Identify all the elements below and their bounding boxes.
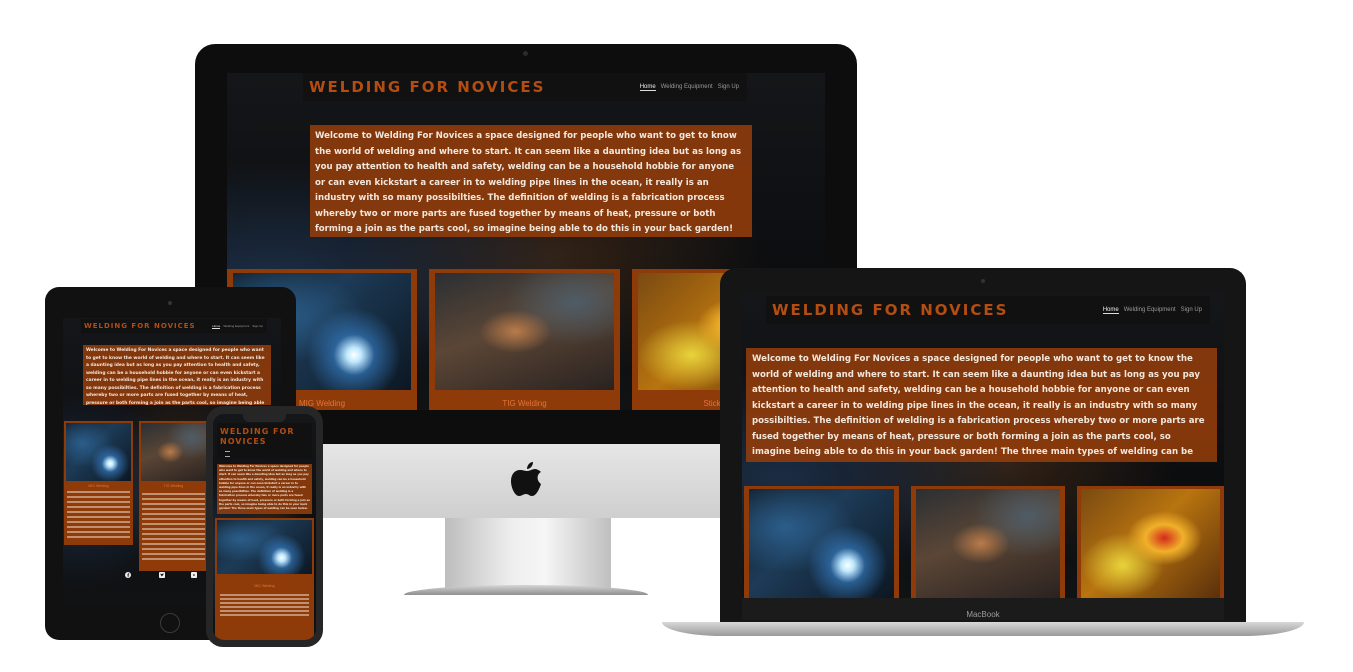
mig-welding-photo [748,489,895,598]
card-tig[interactable] [911,486,1065,598]
site-brand[interactable]: WELDING FOR NOVICES [772,301,1008,319]
card-body-text [220,594,309,618]
nav-home[interactable]: Home [1102,307,1119,314]
site-brand[interactable]: WELDING FOR NOVICES [84,322,196,330]
intro-text: Welcome to Welding For Novices a space d… [310,125,752,237]
imac-stand [445,518,611,588]
macbook-base [662,622,1304,636]
card-mig[interactable] [744,486,899,598]
mig-welding-photo [217,520,312,574]
card-caption: MIG Welding [88,484,109,488]
nav-links: Home Welding Equipment Sign Up [1102,307,1202,314]
intro-text: Welcome to Welding For Novices a space d… [746,348,1217,462]
macbook-label: MacBook [966,610,1000,619]
ipad-camera [168,301,172,305]
macbook-camera [981,279,985,283]
hamburger-icon[interactable] [225,451,230,457]
stick-welding-photo [1081,489,1220,598]
site-brand[interactable]: WELDING FOR NOVICES [309,78,545,96]
tig-welding-photo [434,273,615,390]
apple-logo-icon [511,462,541,496]
imac-camera [523,51,528,56]
iphone-screen: WELDING FOR NOVICES Welcome to Welding F… [213,414,316,640]
mig-welding-photo [66,423,131,481]
card-mig[interactable]: MIG Welding [215,518,314,640]
nav-welding-equipment[interactable]: Welding Equipment [1124,307,1176,313]
card-caption: TIG Welding [502,399,547,408]
card-mig[interactable]: MIG Welding [64,421,133,545]
nav-welding-equipment[interactable]: Welding Equipment [661,84,713,90]
card-caption: TIG Welding [163,484,184,488]
nav-links: Home Welding Equipment Sign Up [639,84,739,91]
intro-text: Welcome to Welding For Novices a space d… [83,345,271,405]
tig-welding-photo [915,489,1061,598]
card-body-text [67,491,130,541]
imac-foot [404,585,648,595]
youtube-icon[interactable] [191,572,197,578]
card-caption: MIG Welding [254,584,275,588]
tig-welding-photo [141,423,206,481]
nav-sign-up[interactable]: Sign Up [252,324,263,328]
card-stick[interactable] [1077,486,1224,598]
navbar: WELDING FOR NOVICES Home Welding Equipme… [303,73,747,101]
facebook-icon[interactable] [125,572,131,578]
nav-sign-up[interactable]: Sign Up [1181,307,1202,313]
nav-welding-equipment[interactable]: Welding Equipment [223,324,249,328]
twitter-icon[interactable] [159,572,165,578]
site-brand[interactable]: WELDING FOR NOVICES [220,427,300,447]
iphone-notch [243,414,286,422]
ipad-home-button [160,613,180,633]
navbar: WELDING FOR NOVICES Home Welding Equipme… [81,319,267,333]
card-tig[interactable]: TIG Welding [139,421,208,571]
nav-home[interactable]: Home [212,324,221,329]
nav-links: Home Welding Equipment Sign Up [212,324,263,329]
card-body-text [142,493,205,563]
navbar: WELDING FOR NOVICES Home Welding Equipme… [766,296,1210,324]
macbook-screen: WELDING FOR NOVICES Home Welding Equipme… [742,293,1224,598]
card-tig[interactable]: TIG Welding [429,269,620,410]
intro-text: Welcome to Welding For Novices a space d… [217,464,312,514]
navbar: WELDING FOR NOVICES [217,423,312,459]
nav-home[interactable]: Home [639,84,656,91]
nav-sign-up[interactable]: Sign Up [718,84,739,90]
